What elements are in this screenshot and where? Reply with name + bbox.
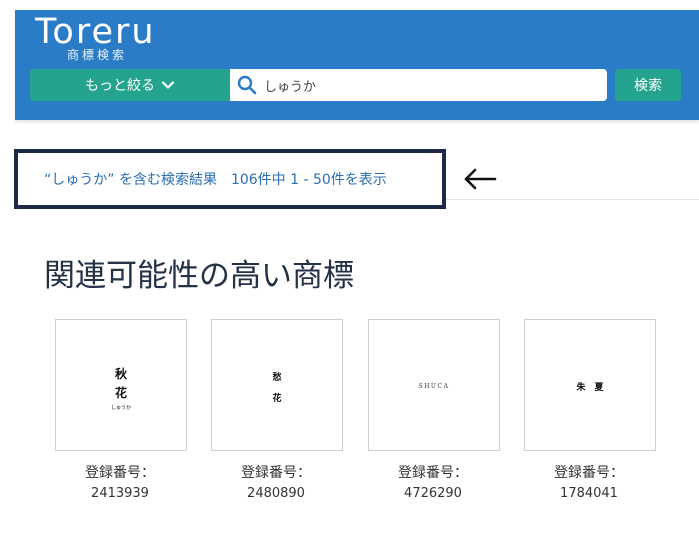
trademark-card[interactable]: 秋 花 しゅうか [55,319,187,451]
registration-number: 2413939 [91,486,149,501]
registration-label: 登録番号： [85,465,155,481]
registration-number: 1784041 [560,486,618,501]
registration-number: 2480890 [247,486,305,501]
arrow-left-icon [464,168,497,190]
trademark-image: 愁 花 [272,371,281,404]
search-input[interactable] [262,70,596,100]
narrow-search-label: もっと絞る [85,78,155,94]
narrow-search-button[interactable]: もっと絞る [30,69,230,101]
trademark-image-text: 秋 [115,366,128,381]
trademark-card[interactable]: SHUCA [368,319,500,451]
registration-label: 登録番号： [241,465,311,481]
chevron-down-icon [161,81,175,89]
trademark-card[interactable]: 愁 花 [211,319,343,451]
trademark-image: 秋 花 しゅうか [111,366,131,411]
result-summary: “しゅうか” を含む検索結果 106件中 1 - 50件を表示 [44,172,387,188]
top-header: Toreru 商標検索 もっと絞る 検索 [15,10,699,120]
trademark-image-text: 花 [272,392,281,404]
trademark-image: SHUCA [419,383,450,390]
trademark-image: 朱 夏 [575,381,604,393]
search-box [230,69,607,101]
trademark-image-text: SHUCA [419,383,450,390]
trademark-card[interactable]: 朱 夏 [524,319,656,451]
search-button[interactable]: 検索 [615,69,681,101]
result-summary-box: “しゅうか” を含む検索結果 106件中 1 - 50件を表示 [14,149,446,209]
section-title: 関連可能性の高い商標 [44,258,354,294]
trademark-image-text: 朱 夏 [575,381,604,393]
logo-subtitle: 商標検索 [67,48,128,62]
trademark-image-text: 愁 [272,371,281,383]
divider [446,199,699,200]
search-icon[interactable] [236,74,258,96]
registration-label: 登録番号： [554,465,624,481]
registration-number: 4726290 [404,486,462,501]
registration-label: 登録番号： [398,465,468,481]
trademark-image-text: 花 [115,385,127,400]
trademark-image-text: しゅうか [111,404,131,411]
